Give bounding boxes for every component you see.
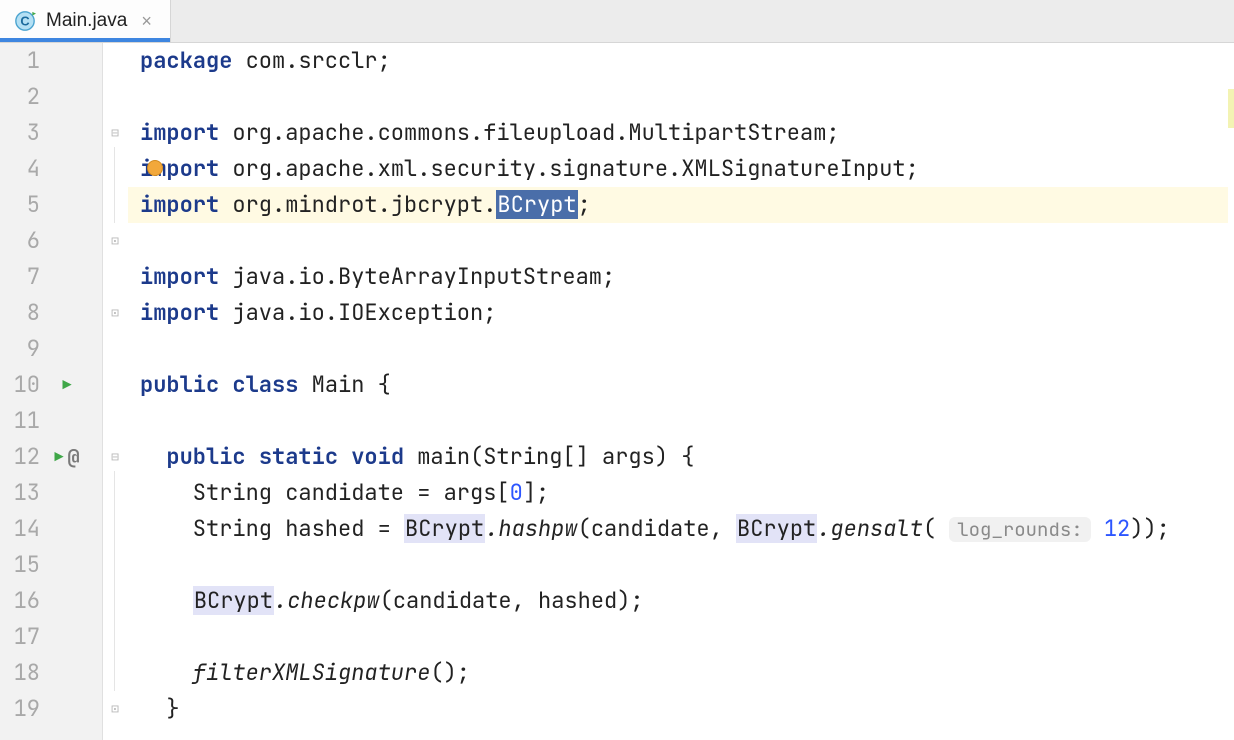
java-class-icon: C xyxy=(14,10,36,32)
line-number: 2 xyxy=(0,79,102,115)
active-tab-underline xyxy=(0,38,170,42)
line-number: 8 xyxy=(0,295,102,331)
line-number: 9 xyxy=(0,331,102,367)
code-line: BCrypt.checkpw(candidate, hashed); xyxy=(140,583,1234,619)
fold-expand-icon[interactable]: ⊡ xyxy=(107,691,123,727)
line-number: 14 xyxy=(0,511,102,547)
fold-expand-icon[interactable]: ⊡ xyxy=(107,295,123,331)
code-line xyxy=(140,619,1234,655)
code-line: package com.srcclr; xyxy=(140,43,1234,79)
code-line: public static void main(String[] args) { xyxy=(140,439,1234,475)
code-area[interactable]: package com.srcclr; import org.apache.co… xyxy=(128,43,1234,740)
line-number: 7 xyxy=(0,259,102,295)
line-number: 18 xyxy=(0,655,102,691)
line-number: 19 xyxy=(0,691,102,727)
line-number: 6 xyxy=(0,223,102,259)
code-line: } xyxy=(140,691,1234,727)
run-gutter-icon[interactable]: ▶ xyxy=(38,367,96,403)
line-number: 12 ▶@ xyxy=(0,439,102,475)
tab-bar[interactable]: C Main.java × xyxy=(0,0,1234,43)
fold-guide xyxy=(114,147,115,223)
fold-strip: ⊟ ⊡ ⊡ ⊟ ⊡ xyxy=(103,43,128,740)
code-line xyxy=(140,547,1234,583)
tab-title: Main.java xyxy=(46,10,127,32)
code-line xyxy=(140,331,1234,367)
code-line: String hashed = BCrypt.hashpw(candidate,… xyxy=(140,511,1234,547)
line-number: 5 xyxy=(0,187,102,223)
line-number: 4 xyxy=(0,151,102,187)
run-with-annotation-gutter-icon[interactable]: ▶@ xyxy=(38,439,96,475)
line-number: 1 xyxy=(0,43,102,79)
code-line xyxy=(140,403,1234,439)
line-number: 13 xyxy=(0,475,102,511)
inlay-hint: log_rounds: xyxy=(949,517,1090,542)
svg-text:C: C xyxy=(20,14,29,29)
fold-collapse-icon[interactable]: ⊟ xyxy=(107,439,123,475)
code-line: import java.io.ByteArrayInputStream; xyxy=(140,259,1234,295)
gutter: 1 2 3 4 5 6 7 8 9 10 ▶ 11 12 ▶@ 13 14 15… xyxy=(0,43,103,740)
code-line: import java.io.IOException; xyxy=(140,295,1234,331)
line-number: 10 ▶ xyxy=(0,367,102,403)
selection: BCrypt xyxy=(496,190,577,219)
code-line: String candidate = args[0]; xyxy=(140,475,1234,511)
line-number: 17 xyxy=(0,619,102,655)
code-line xyxy=(140,223,1234,259)
close-icon[interactable]: × xyxy=(137,10,156,32)
code-line-current: import org.mindrot.jbcrypt.BCrypt; xyxy=(128,187,1228,223)
fold-guide xyxy=(114,471,115,691)
line-number: 11 xyxy=(0,403,102,439)
code-line: filterXMLSignature(); xyxy=(140,655,1234,691)
code-line xyxy=(140,79,1234,115)
line-number: 16 xyxy=(0,583,102,619)
code-line: import org.apache.commons.fileupload.Mul… xyxy=(140,115,1234,151)
line-number: 3 xyxy=(0,115,102,151)
editor[interactable]: 1 2 3 4 5 6 7 8 9 10 ▶ 11 12 ▶@ 13 14 15… xyxy=(0,43,1234,740)
error-stripe[interactable] xyxy=(1228,89,1234,219)
code-line: public class Main { xyxy=(140,367,1234,403)
code-line: import org.apache.xml.security.signature… xyxy=(140,151,1234,187)
fold-collapse-icon[interactable]: ⊟ xyxy=(107,115,123,151)
fold-expand-icon[interactable]: ⊡ xyxy=(107,223,123,259)
tab-main-java[interactable]: C Main.java × xyxy=(0,0,171,42)
line-number: 15 xyxy=(0,547,102,583)
